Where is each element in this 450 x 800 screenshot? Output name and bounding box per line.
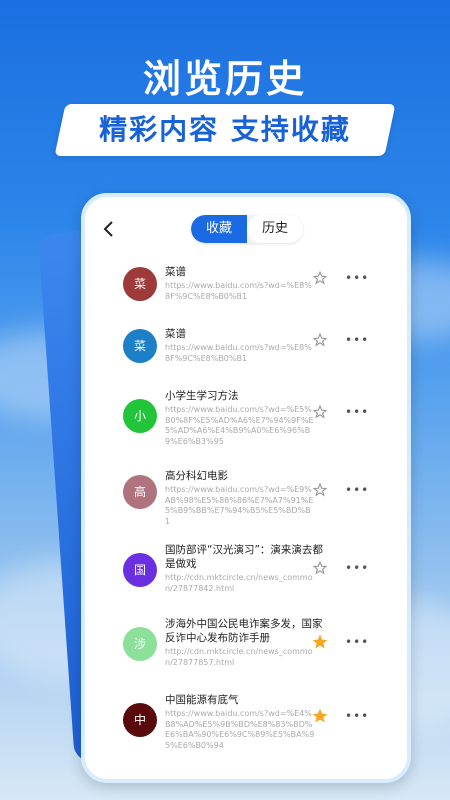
item-title: 高分科幻电影 — [165, 470, 228, 482]
list-item[interactable]: 中中国能源有底气 https://www.baidu.com/s?wd=%E4%B… — [85, 687, 407, 757]
list-item[interactable]: 菜菜谱 https://www.baidu.com/s?wd=%E8%8F%9C%… — [85, 257, 407, 327]
star-filled-icon[interactable] — [313, 709, 327, 723]
list-item[interactable]: 国国防部评“汉光演习”：演来演去都是做戏 http://cdn.mktcircle… — [85, 535, 407, 605]
list-item[interactable]: 涉涉海外中国公民电诈案多发，国家反诈中心发布防诈手册 http://cdn.mkt… — [85, 609, 407, 679]
more-options-icon[interactable]: ••• — [345, 636, 369, 648]
more-options-icon[interactable]: ••• — [345, 710, 369, 722]
promo-subtitle: 精彩内容 支持收藏 — [99, 113, 351, 146]
list-item[interactable]: 小小学生学习方法 https://www.baidu.com/s?wd=%E5%B… — [85, 383, 407, 453]
item-url: https://www.baidu.com/s?wd=%E8%8F%9C%E8%… — [165, 281, 312, 301]
item-title: 国防部评“汉光演习”：演来演去都是做戏 — [165, 544, 323, 570]
item-url: https://www.baidu.com/s?wd=%E8%8F%9C%E8%… — [165, 343, 312, 363]
item-url: https://www.baidu.com/s?wd=%E4%B8%AD%E5%… — [165, 709, 315, 750]
item-title: 菜谱 — [165, 266, 186, 278]
phone-screen: 收藏 历史 菜菜谱 https://www.baidu.com/s?wd=%E8%… — [81, 193, 411, 783]
item-title: 菜谱 — [165, 328, 186, 340]
more-options-icon[interactable]: ••• — [345, 272, 369, 284]
star-outline-icon[interactable] — [313, 271, 327, 285]
item-url: https://www.baidu.com/s?wd=%E9%AB%98%E5%… — [165, 485, 314, 526]
avatar: 高 — [123, 475, 157, 509]
more-options-icon[interactable]: ••• — [345, 406, 369, 418]
star-outline-icon[interactable] — [313, 483, 327, 497]
back-arrow-icon[interactable] — [99, 219, 119, 239]
more-options-icon[interactable]: ••• — [345, 484, 369, 496]
tab-switcher: 收藏 历史 — [191, 215, 303, 243]
avatar: 菜 — [123, 267, 157, 301]
tab-favorites[interactable]: 收藏 — [191, 215, 247, 243]
more-options-icon[interactable]: ••• — [345, 562, 369, 574]
item-title: 涉海外中国公民电诈案多发，国家反诈中心发布防诈手册 — [165, 618, 323, 644]
promo-headline: 浏览历史 — [142, 57, 307, 101]
more-options-icon[interactable]: ••• — [345, 334, 369, 346]
avatar: 中 — [123, 703, 157, 737]
avatar: 小 — [123, 399, 157, 433]
app-header: 收藏 历史 — [85, 197, 407, 263]
star-filled-icon[interactable] — [313, 635, 327, 649]
item-url: http://cdn.mktcircle.cn/news_common/2787… — [165, 647, 313, 667]
avatar: 菜 — [123, 329, 157, 363]
star-outline-icon[interactable] — [313, 405, 327, 419]
item-url: http://cdn.mktcircle.cn/news_common/2787… — [165, 573, 313, 593]
star-outline-icon[interactable] — [313, 561, 327, 575]
tab-history[interactable]: 历史 — [247, 215, 303, 243]
item-title: 中国能源有底气 — [165, 694, 239, 706]
avatar: 国 — [123, 553, 157, 587]
item-title: 小学生学习方法 — [165, 390, 239, 402]
avatar: 涉 — [123, 627, 157, 661]
star-outline-icon[interactable] — [313, 333, 327, 347]
list-item[interactable]: 高高分科幻电影 https://www.baidu.com/s?wd=%E9%AB… — [85, 461, 407, 531]
item-url: https://www.baidu.com/s?wd=%E5%B0%8F%E5%… — [165, 405, 314, 446]
